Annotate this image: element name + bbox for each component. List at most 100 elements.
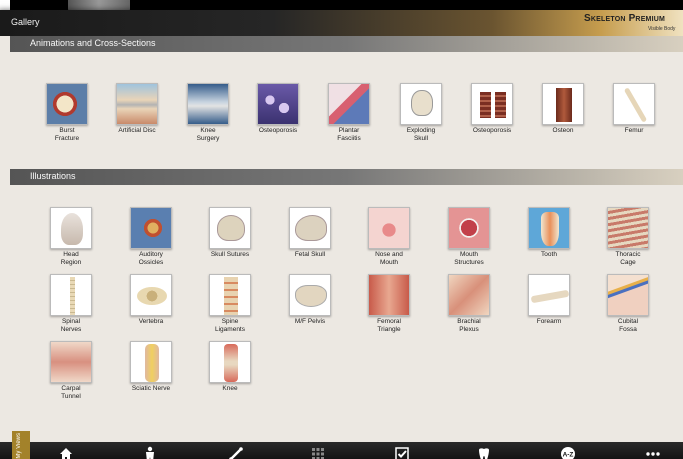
gallery-item[interactable]: Head Region	[40, 207, 102, 267]
gallery-item-label: Auditory Ossicles	[138, 251, 164, 266]
more-button[interactable]	[633, 442, 673, 459]
head-region-thumb	[50, 207, 92, 249]
my-views-label: My Views	[16, 433, 22, 459]
gallery-item[interactable]: Sciatic Nerve	[120, 341, 182, 393]
gallery-item[interactable]: Exploding Skull	[390, 83, 452, 143]
gallery-item-label: Artificial Disc	[118, 127, 156, 134]
tooth-thumb	[528, 207, 570, 249]
gallery-item-label: Brachial Plexus	[457, 318, 481, 333]
exploding-skull-thumb	[400, 83, 442, 125]
my-views-tab[interactable]: My Views	[12, 431, 30, 459]
gallery-item-label: Forearm	[536, 318, 562, 325]
femoral-triangle-thumb	[368, 274, 410, 316]
gallery-item[interactable]: Nose and Mouth	[358, 207, 420, 267]
forearm-thumb	[528, 274, 570, 316]
gallery-panel: Gallery Skeleton Premium Visible Body An…	[0, 10, 683, 459]
sciatic-nerve-thumb	[130, 341, 172, 383]
gallery-item-label: Osteoporosis	[472, 127, 512, 134]
gallery-item[interactable]: Mouth Structures	[438, 207, 500, 267]
gallery-item-label: Carpal Tunnel	[61, 385, 81, 400]
gallery-item-label: Femur	[624, 127, 644, 134]
fetal-skull-thumb	[289, 207, 331, 249]
gallery-item-label: Osteon	[552, 127, 574, 134]
gallery-item-label: Skull Sutures	[210, 251, 250, 258]
grid-button[interactable]	[298, 442, 338, 459]
section-title: Illustrations	[30, 171, 76, 181]
gallery-item-label: Plantar Fasciitis	[337, 127, 361, 142]
gallery-item[interactable]: Vertebra	[120, 274, 182, 326]
gallery-item[interactable]: Osteoporosis	[247, 83, 309, 135]
brand-subtitle: Visible Body	[648, 26, 676, 32]
gallery-item-label: Osteoporosis	[258, 127, 298, 134]
gallery-item-label: Mouth Structures	[454, 251, 484, 266]
pelvis-thumb	[289, 274, 331, 316]
gallery-item[interactable]: Spinal Nerves	[40, 274, 102, 334]
gallery-item[interactable]: Femur	[603, 83, 665, 135]
gallery-item[interactable]: Skull Sutures	[199, 207, 261, 259]
gallery-item[interactable]: Tooth	[518, 207, 580, 259]
section-title: Animations and Cross-Sections	[30, 38, 156, 48]
gallery-item-label: M/F Pelvis	[294, 318, 326, 325]
window-title: Gallery	[11, 17, 40, 27]
gallery-item[interactable]: Auditory Ossicles	[120, 207, 182, 267]
cubital-fossa-thumb	[607, 274, 649, 316]
gallery-item[interactable]: Plantar Fasciitis	[318, 83, 380, 143]
burst-fracture-thumb	[46, 83, 88, 125]
osteoporosis-bone-thumb	[471, 83, 513, 125]
gallery-item[interactable]: Thoracic Cage	[597, 207, 659, 267]
gallery-item[interactable]: Artificial Disc	[106, 83, 168, 135]
mouth-structures-thumb	[448, 207, 490, 249]
carpal-tunnel-thumb	[50, 341, 92, 383]
home-button[interactable]	[46, 442, 86, 459]
body-button[interactable]	[130, 442, 170, 459]
gallery-item[interactable]: Knee	[199, 341, 261, 393]
plantar-fasciitis-thumb	[328, 83, 370, 125]
brachial-plexus-thumb	[448, 274, 490, 316]
svg-text:A-Z: A-Z	[563, 452, 574, 459]
auditory-ossicles-thumb	[130, 207, 172, 249]
gallery-item[interactable]: Carpal Tunnel	[40, 341, 102, 401]
bottom-toolbar: A-Z	[0, 442, 683, 459]
bone-button[interactable]	[216, 442, 256, 459]
gallery-item[interactable]: Fetal Skull	[279, 207, 341, 259]
gallery-item-label: Cubital Fossa	[617, 318, 639, 333]
spine-ligaments-thumb	[209, 274, 251, 316]
gallery-item-label: Nose and Mouth	[375, 251, 403, 266]
spinal-nerves-thumb	[50, 274, 92, 316]
thoracic-cage-thumb	[607, 207, 649, 249]
gallery-item-label: Femoral Triangle	[377, 318, 401, 333]
title-bar: Gallery Skeleton Premium Visible Body	[0, 10, 683, 36]
gallery-item-label: Thoracic Cage	[615, 251, 641, 266]
gallery-item[interactable]: Osteon	[532, 83, 594, 135]
gallery-item-label: Knee	[222, 385, 238, 392]
gallery-item-label: Spinal Nerves	[60, 318, 82, 333]
gallery-item-label: Knee Surgery	[196, 127, 220, 142]
gallery-item[interactable]: Burst Fracture	[36, 83, 98, 143]
a-z-button[interactable]: A-Z	[548, 442, 588, 459]
osteoporosis-thumb	[257, 83, 299, 125]
gallery-item-label: Tooth	[541, 251, 557, 258]
nose-mouth-thumb	[368, 207, 410, 249]
gallery-item[interactable]: Forearm	[518, 274, 580, 326]
gallery-item[interactable]: Cubital Fossa	[597, 274, 659, 334]
gallery-item[interactable]: Spine Ligaments	[199, 274, 261, 334]
skull-sutures-thumb	[209, 207, 251, 249]
section-header-animations: Animations and Cross-Sections	[10, 36, 683, 52]
dental-button[interactable]	[464, 442, 504, 459]
femur-thumb	[613, 83, 655, 125]
gallery-item[interactable]: Knee Surgery	[177, 83, 239, 143]
gallery-item[interactable]: Brachial Plexus	[438, 274, 500, 334]
gallery-item-label: Exploding Skull	[406, 127, 436, 142]
gallery-item-label: Spine Ligaments	[215, 318, 245, 333]
brand-logo: Skeleton Premium	[584, 13, 666, 24]
gallery-item[interactable]: M/F Pelvis	[279, 274, 341, 326]
gallery-item[interactable]: Femoral Triangle	[358, 274, 420, 334]
gallery-item[interactable]: Osteoporosis	[461, 83, 523, 135]
quiz-button[interactable]	[382, 442, 422, 459]
app-root: rch Gallery Skeleton Premium Visible Bod…	[0, 0, 683, 459]
section-header-illustrations: Illustrations	[10, 169, 683, 185]
artificial-disc-thumb	[116, 83, 158, 125]
gallery-item-label: Head Region	[60, 251, 82, 266]
gallery-item-label: Vertebra	[138, 318, 164, 325]
knee-surgery-thumb	[187, 83, 229, 125]
